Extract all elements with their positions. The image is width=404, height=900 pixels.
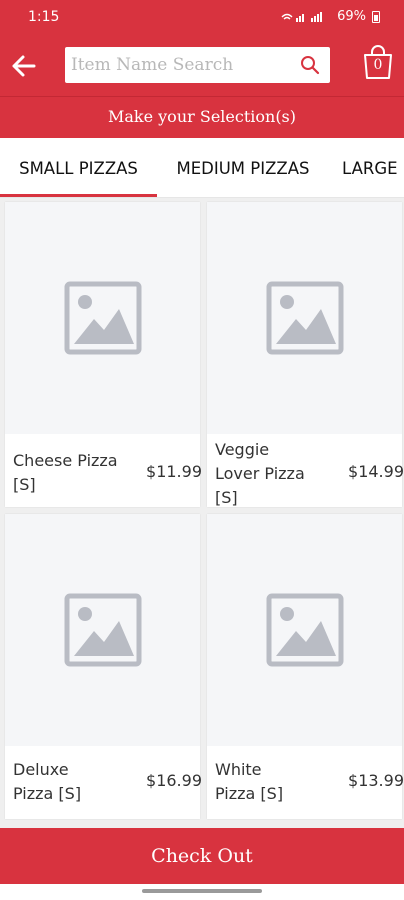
search-input[interactable] [65, 47, 290, 83]
product-image [5, 514, 200, 746]
cart-button[interactable]: 0 [362, 44, 394, 80]
checkout-button[interactable]: Check Out [0, 828, 404, 884]
product-name: White Pizza [S] [215, 760, 284, 803]
signal-icon [281, 11, 323, 22]
product-card[interactable]: Veggie Lover Pizza [S] $14.99 [207, 202, 404, 507]
tab-medium-pizzas[interactable]: MEDIUM PIZZAS [157, 138, 329, 197]
gesture-nav-bar [0, 884, 404, 900]
image-placeholder-icon [64, 281, 141, 355]
product-grid: Cheese Pizza [S] $11.99 Veggie Lover Piz… [0, 198, 404, 828]
category-tabs: SMALL PIZZAS MEDIUM PIZZAS LARGE [0, 138, 404, 198]
tab-small-pizzas[interactable]: SMALL PIZZAS [0, 138, 157, 197]
status-bar: 1:15 69% [0, 0, 404, 36]
product-price: $14.99 [348, 462, 404, 481]
product-price: $16.99 [146, 771, 202, 790]
battery-percent: 69% [337, 9, 366, 24]
arrow-left-icon[interactable] [8, 50, 40, 82]
image-placeholder-icon [266, 281, 343, 355]
status-icons: 69% [281, 9, 380, 24]
image-placeholder-icon [64, 593, 141, 667]
product-card[interactable]: White Pizza [S] $13.99 [207, 514, 404, 819]
product-price: $11.99 [146, 462, 202, 481]
active-tab-indicator [0, 194, 157, 197]
product-name: Deluxe Pizza [S] [13, 760, 82, 803]
tab-large[interactable]: LARGE [342, 138, 398, 197]
cart-count: 0 [373, 57, 383, 73]
product-image [207, 514, 402, 746]
product-card[interactable]: Cheese Pizza [S] $11.99 [5, 202, 202, 507]
home-handle[interactable] [142, 889, 262, 893]
product-card[interactable]: Deluxe Pizza [S] $16.99 [5, 514, 202, 819]
product-name: Cheese Pizza [S] [13, 451, 118, 494]
battery-icon [372, 10, 380, 23]
search-box [65, 47, 330, 83]
status-time: 1:15 [28, 9, 60, 25]
product-image [207, 202, 402, 434]
image-placeholder-icon [266, 593, 343, 667]
product-image [5, 202, 200, 434]
product-price: $13.99 [348, 771, 404, 790]
product-name: Veggie Lover Pizza [S] [215, 440, 305, 507]
search-icon[interactable] [300, 55, 320, 75]
selection-banner: Make your Selection(s) [0, 96, 404, 138]
